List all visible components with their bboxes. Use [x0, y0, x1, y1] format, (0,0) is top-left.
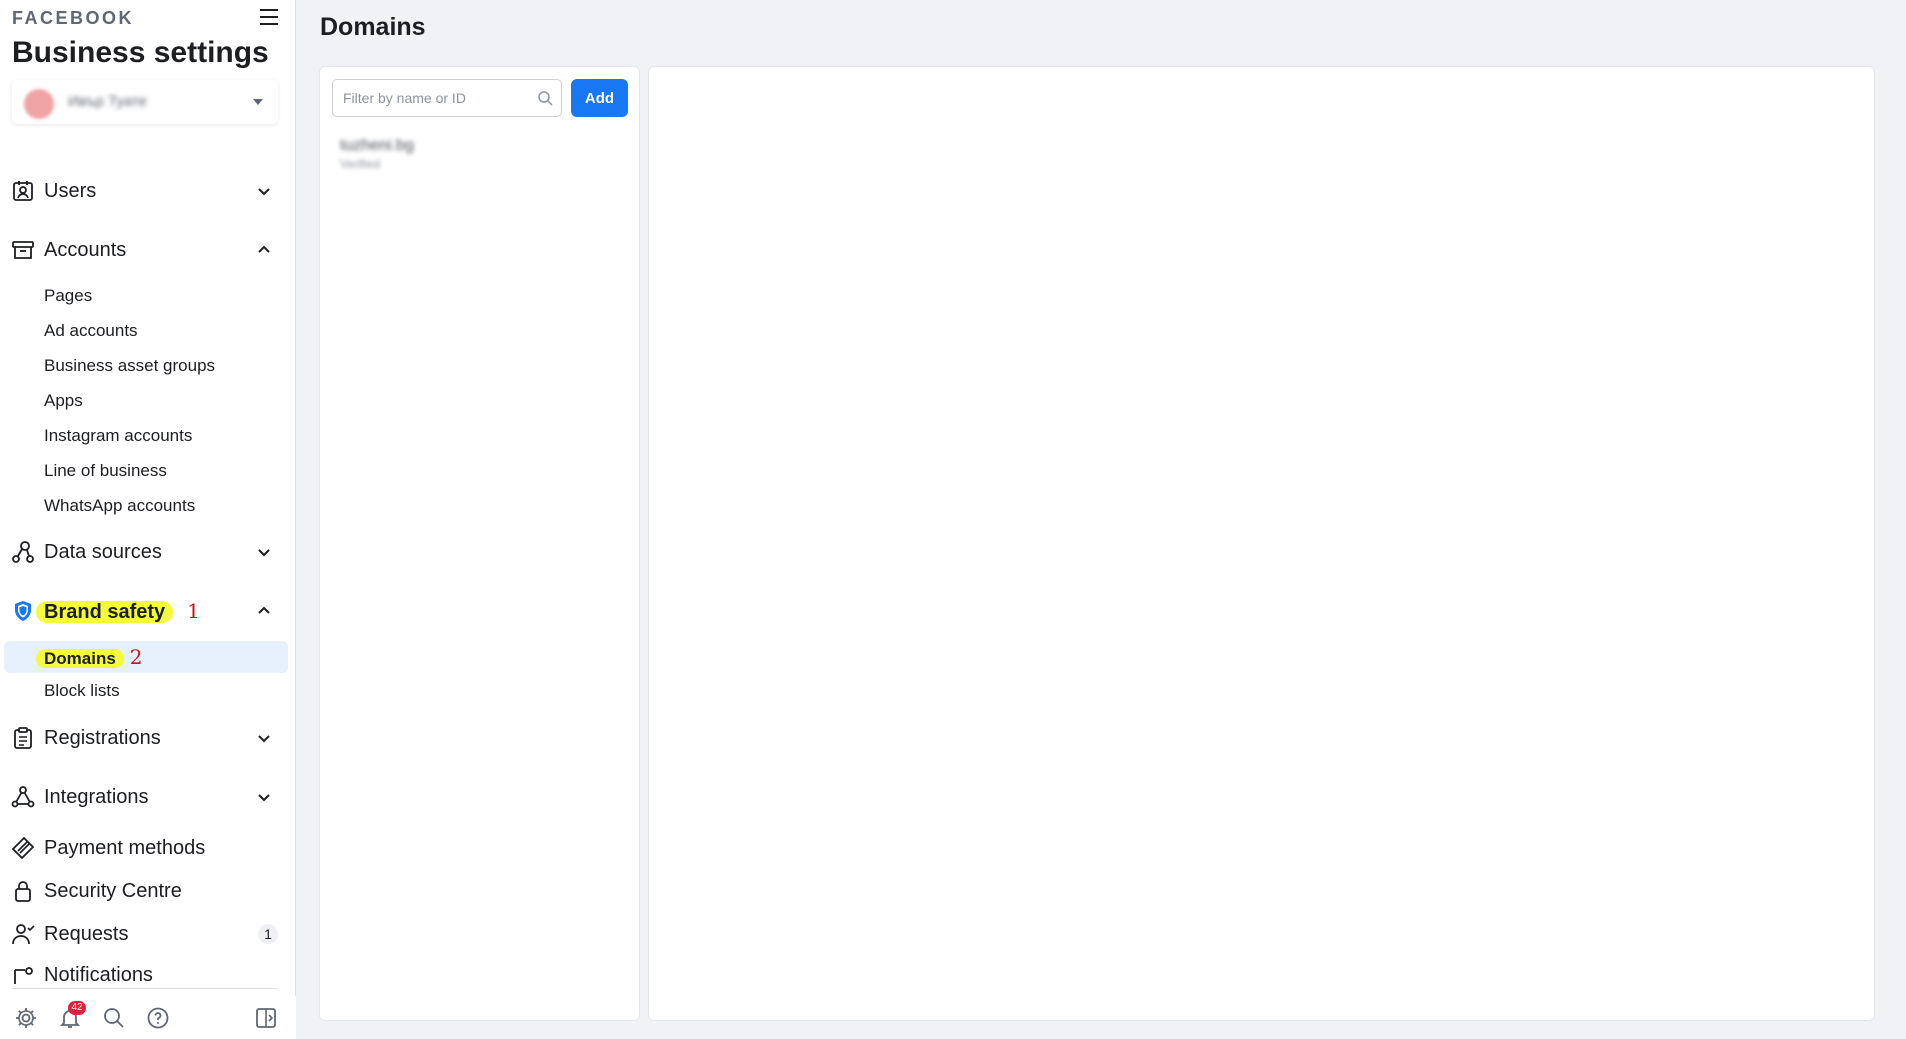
- sidebar-item-requests[interactable]: Requests 1: [10, 916, 286, 952]
- sidebar-item-instagram-accounts[interactable]: Instagram accounts: [44, 426, 192, 446]
- lock-icon: [10, 878, 36, 904]
- chevron-up-icon: [258, 245, 270, 253]
- brand-safety-highlight: Brand safety: [36, 600, 174, 623]
- filter-input[interactable]: [333, 80, 529, 116]
- person-check-icon: [10, 921, 36, 947]
- sidebar-item-block-lists[interactable]: Block lists: [44, 681, 120, 701]
- filter-field[interactable]: [332, 79, 562, 117]
- sidebar-item-line-of-business[interactable]: Line of business: [44, 461, 167, 481]
- sidebar-item-security-centre[interactable]: Security Centre: [10, 873, 286, 909]
- domain-status: Verified: [340, 157, 381, 171]
- add-button[interactable]: Add: [571, 79, 628, 117]
- sidebar-item-whatsapp-accounts[interactable]: WhatsApp accounts: [44, 496, 195, 516]
- credit-card-icon: [10, 835, 36, 861]
- sidebar-item-notifications[interactable]: Notifications: [10, 958, 286, 986]
- sidebar: FACEBOOK Business settings Ивър Туате Us…: [0, 0, 296, 1039]
- account-selector[interactable]: Ивър Туате: [12, 80, 278, 124]
- notification-count-badge: 42: [68, 1001, 86, 1015]
- hamburger-menu-icon[interactable]: [258, 6, 280, 28]
- accounts-icon: [10, 237, 36, 263]
- gear-icon[interactable]: [14, 1006, 38, 1030]
- sidebar-section-users[interactable]: Users: [10, 173, 286, 209]
- data-sources-icon: [10, 539, 36, 565]
- sidebar-section-integrations[interactable]: Integrations: [10, 779, 286, 815]
- chevron-down-icon: [258, 794, 270, 802]
- domain-detail-panel: [648, 66, 1875, 1021]
- sidebar-label-notifications: Notifications: [44, 964, 153, 986]
- sidebar-label-integrations: Integrations: [44, 785, 149, 808]
- caret-down-icon: [253, 99, 263, 105]
- account-name: Ивър Туате: [68, 93, 147, 110]
- chevron-down-icon: [258, 735, 270, 743]
- sidebar-item-domains[interactable]: Domains 2: [4, 641, 288, 673]
- domain-name: tuzheni.bg: [340, 137, 414, 154]
- sidebar-label-accounts: Accounts: [44, 238, 127, 261]
- users-icon: [10, 178, 36, 204]
- page-heading: Business settings: [12, 36, 269, 69]
- sidebar-item-business-asset-groups[interactable]: Business asset groups: [44, 356, 215, 376]
- facebook-brand: FACEBOOK: [12, 8, 135, 28]
- sidebar-item-pages[interactable]: Pages: [44, 286, 92, 306]
- sidebar-label-security-centre: Security Centre: [44, 879, 182, 902]
- sidebar-section-registrations[interactable]: Registrations: [10, 720, 286, 756]
- bottom-divider: [12, 988, 278, 989]
- sidebar-label-brand-safety: Brand safety 1: [36, 598, 256, 624]
- help-icon[interactable]: [146, 1006, 170, 1030]
- clipboard-icon: [10, 725, 36, 751]
- notification-settings-icon: [10, 964, 36, 986]
- sidebar-label-data-sources: Data sources: [44, 540, 162, 563]
- list-item[interactable]: tuzheni.bg Verified: [340, 137, 414, 171]
- sidebar-label-requests: Requests: [44, 922, 129, 945]
- annotation-2: 2: [129, 645, 143, 669]
- collapse-panel-icon[interactable]: [254, 1006, 278, 1030]
- sidebar-section-accounts[interactable]: Accounts: [10, 232, 286, 268]
- requests-count-badge: 1: [258, 924, 278, 944]
- chevron-down-icon: [258, 549, 270, 557]
- sidebar-label-registrations: Registrations: [44, 726, 161, 749]
- annotation-1: 1: [187, 598, 200, 623]
- search-icon[interactable]: [102, 1006, 126, 1030]
- sidebar-item-payment-methods[interactable]: Payment methods: [10, 830, 286, 866]
- shield-icon: [10, 598, 36, 624]
- sidebar-label-payment-methods: Payment methods: [44, 836, 206, 859]
- sidebar-item-apps[interactable]: Apps: [44, 391, 83, 411]
- sidebar-label-users: Users: [44, 179, 97, 202]
- page-title: Domains: [320, 13, 426, 41]
- sidebar-section-data-sources[interactable]: Data sources: [10, 534, 286, 570]
- integrations-icon: [10, 784, 36, 810]
- domains-highlight: Domains: [36, 649, 124, 668]
- sidebar-item-ad-accounts[interactable]: Ad accounts: [44, 321, 138, 341]
- sidebar-section-brand-safety[interactable]: Brand safety 1: [10, 593, 286, 629]
- bottom-toolbar: [0, 996, 296, 1039]
- chevron-up-icon: [258, 606, 270, 614]
- account-avatar: [24, 89, 54, 119]
- chevron-down-icon: [258, 188, 270, 196]
- domains-list-panel: Add tuzheni.bg Verified: [319, 66, 640, 1021]
- search-icon: [538, 91, 553, 106]
